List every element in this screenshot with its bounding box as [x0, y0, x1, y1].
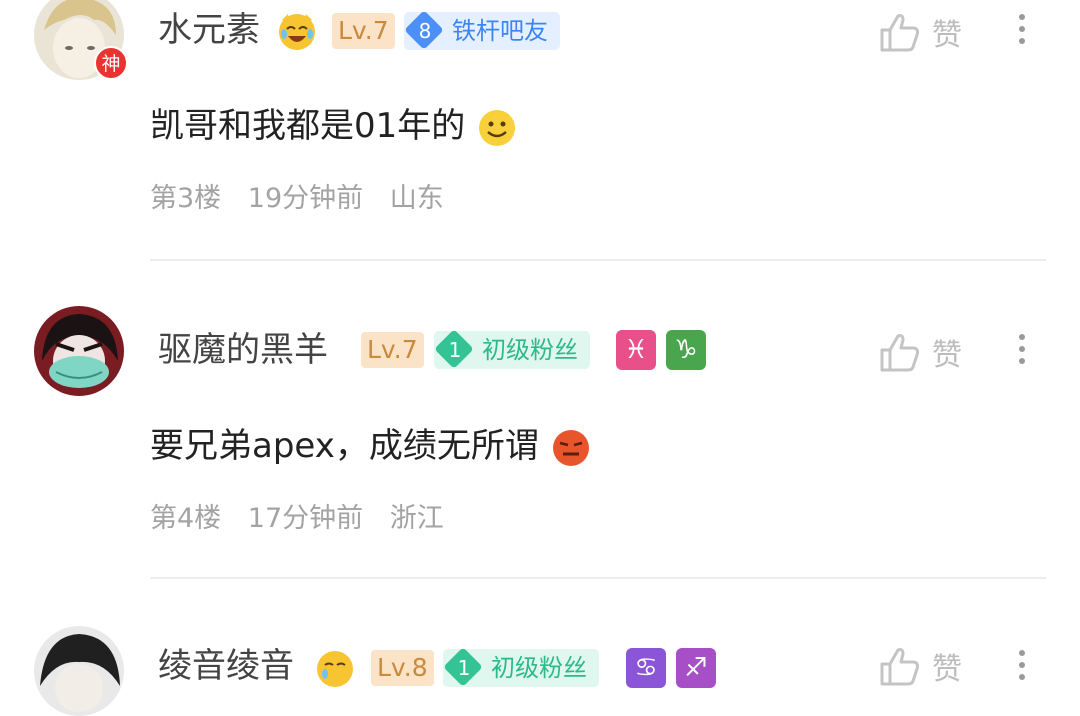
comment-meta: 第4楼 17分钟前 浙江: [150, 496, 462, 535]
username-text[interactable]: 绫音绫音: [158, 646, 294, 686]
post-time: 17分钟前: [247, 503, 364, 534]
thumbs-up-icon: [880, 334, 920, 372]
more-options-icon[interactable]: [1010, 644, 1034, 688]
username-text[interactable]: 水元素: [158, 10, 260, 50]
like-label: 赞: [932, 18, 962, 53]
thumbs-up-icon: [880, 14, 920, 52]
floor-number: 第4楼: [150, 503, 222, 534]
tag-label: 铁杆吧友: [452, 17, 548, 45]
level-badge: Lv.7: [361, 332, 424, 368]
like-button[interactable]: 赞: [878, 644, 962, 688]
tag-label: 初级粉丝: [491, 654, 587, 682]
level-badge: Lv.8: [371, 650, 434, 686]
level-badge: Lv.7: [332, 13, 395, 49]
comment-text: 凯哥和我都是01年的: [150, 104, 517, 148]
post-location: 山东: [389, 183, 444, 214]
tag-number: 1: [448, 338, 462, 362]
username-text[interactable]: 驱魔的黑羊: [158, 330, 328, 370]
post-time: 19分钟前: [247, 183, 364, 214]
divider: [150, 259, 1046, 261]
fan-tag[interactable]: 1 初级粉丝: [443, 647, 599, 687]
laugh-cry-emoji-icon: [279, 14, 315, 50]
tag-number: 8: [418, 19, 432, 43]
capricorn-icon: ♑: [666, 330, 706, 370]
sagittarius-icon: ♐: [676, 648, 716, 688]
fan-tag[interactable]: 1 初级粉丝: [434, 329, 590, 369]
pisces-icon: ♓: [616, 330, 656, 370]
cancer-icon: ♋: [626, 648, 666, 688]
avatar[interactable]: [34, 626, 124, 716]
comment-body: 凯哥和我都是01年的: [150, 106, 466, 146]
god-badge: 神: [94, 46, 128, 80]
fan-tag[interactable]: 8 铁杆吧友: [404, 10, 560, 50]
username[interactable]: 驱魔的黑羊: [158, 330, 328, 370]
smirk-emoji-icon: [552, 429, 589, 466]
more-options-icon[interactable]: [1010, 8, 1034, 52]
username[interactable]: 水元素: [158, 10, 260, 50]
comment-text: 要兄弟apex，成绩无所谓: [150, 424, 591, 468]
username[interactable]: 绫音绫音: [158, 646, 294, 686]
tag-number: 1: [457, 656, 471, 680]
like-button[interactable]: 赞: [878, 330, 962, 374]
more-options-icon[interactable]: [1010, 328, 1034, 372]
tag-label: 初级粉丝: [482, 336, 578, 364]
comment-body: 要兄弟apex，成绩无所谓: [150, 426, 539, 466]
floor-number: 第3楼: [150, 183, 222, 214]
divider: [150, 577, 1046, 579]
like-label: 赞: [932, 338, 962, 373]
post-location: 浙江: [389, 503, 444, 534]
crying-emoji-icon: [317, 651, 353, 687]
smile-emoji-icon: [479, 109, 516, 146]
comment-meta: 第3楼 19分钟前 山东: [150, 176, 462, 215]
like-label: 赞: [932, 652, 962, 687]
avatar[interactable]: [34, 306, 124, 396]
like-button[interactable]: 赞: [878, 10, 962, 54]
thumbs-up-icon: [880, 648, 920, 686]
